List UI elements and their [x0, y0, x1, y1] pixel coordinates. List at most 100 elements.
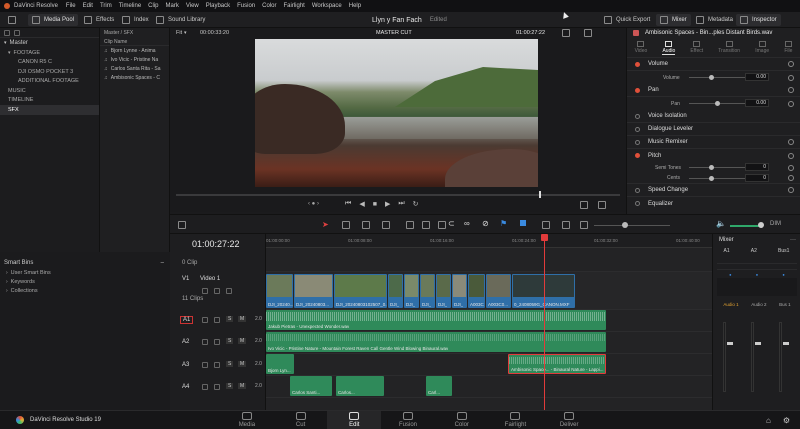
a3-lock-icon[interactable]	[202, 362, 208, 368]
a4-clip[interactable]: Carlos Santi...	[290, 376, 332, 396]
v1-enable-icon[interactable]	[226, 288, 232, 294]
match-frame-icon[interactable]	[580, 201, 588, 209]
timeline-view-options-icon[interactable]	[178, 221, 186, 229]
pitch-enabled-dot[interactable]	[635, 153, 640, 158]
page-edit[interactable]: Edit	[327, 410, 382, 429]
volume-slider-knob[interactable]	[709, 75, 714, 80]
v1-track-name[interactable]: Video 1	[200, 276, 220, 282]
dynamic-trim-icon[interactable]	[362, 221, 370, 229]
replace-clip-icon[interactable]	[438, 221, 446, 229]
v1-clip[interactable]: DJI_	[436, 274, 451, 308]
v1-clip[interactable]: A003C	[468, 274, 485, 308]
dim-button[interactable]: DIM	[770, 221, 781, 227]
clip-list-item[interactable]: ♫ Ambisonic Spaces - C	[100, 73, 169, 82]
app-name[interactable]: DaVinci Resolve	[14, 3, 58, 9]
menu-item-view[interactable]: View	[186, 3, 199, 9]
menu-item-mark[interactable]: Mark	[166, 3, 179, 9]
a4-auto-select-icon[interactable]	[214, 384, 220, 390]
timeline-zoom-knob[interactable]	[622, 222, 628, 228]
menu-item-trim[interactable]: Trim	[100, 3, 112, 9]
menu-item-clip[interactable]: Clip	[148, 3, 158, 9]
pan-value[interactable]: 0.00	[745, 99, 769, 107]
timeline-ruler[interactable]: 01:00:00:00 01:00:08:00 01:00:16:00 01:00:2…	[266, 234, 712, 248]
v1-clip[interactable]: DJI_	[420, 274, 435, 308]
mixer-channel-a1[interactable]: A1	[724, 248, 730, 254]
a1-solo-button[interactable]: S	[226, 316, 234, 322]
equalizer-dot[interactable]	[635, 201, 640, 206]
reset-icon[interactable]	[788, 187, 794, 193]
fullscreen-icon[interactable]	[598, 201, 606, 209]
page-color[interactable]: Color	[435, 411, 489, 429]
page-media[interactable]: Media	[220, 411, 274, 429]
music-remixer-dot[interactable]	[635, 139, 640, 145]
a3-track-label[interactable]: A3	[182, 362, 189, 368]
clip-list-item[interactable]: ♫ Bjorn Lynne - Anima	[100, 46, 169, 55]
pan-slider-knob[interactable]	[715, 101, 720, 106]
cents-slider-knob[interactable]	[709, 176, 714, 181]
v1-track-label[interactable]: V1	[182, 276, 189, 282]
view-toggle-icon[interactable]	[4, 29, 10, 36]
smart-bin-collections[interactable]: › Collections	[0, 286, 170, 295]
volume-slider[interactable]	[689, 77, 745, 78]
tab-effect[interactable]: Effect	[690, 41, 703, 54]
mixer-channel-a2[interactable]: A2	[751, 248, 757, 254]
bin-item-footage[interactable]: ▾ FOOTAGE	[0, 48, 99, 58]
reset-icon[interactable]	[788, 164, 794, 171]
zoom-out-icon[interactable]	[542, 221, 550, 229]
a2-auto-select-icon[interactable]	[214, 339, 220, 345]
bin-item-dji-osmo-pocket-3[interactable]: DJI OSMO POCKET 3	[0, 67, 99, 77]
home-icon[interactable]: ⌂	[766, 416, 771, 425]
effects-button[interactable]: Effects	[80, 14, 118, 26]
bin-master[interactable]: ▾ Master	[0, 38, 99, 48]
monitor-volume-slider[interactable]	[730, 225, 760, 227]
mixer-audio-label[interactable]: Audio 1	[723, 302, 738, 307]
media-pool-button[interactable]: Media Pool	[28, 14, 79, 26]
timeline-name-dropdown[interactable]: MASTER CUT	[376, 30, 412, 36]
a3-solo-button[interactable]: S	[226, 361, 234, 367]
viewer-menu-icon[interactable]	[584, 29, 592, 37]
speed-change-dot[interactable]	[635, 187, 640, 193]
tab-video[interactable]: Video	[635, 41, 647, 54]
cents-slider[interactable]	[689, 178, 745, 179]
panel-toggle-icon[interactable]	[8, 16, 16, 24]
viewer-options-icon[interactable]	[562, 29, 570, 37]
marker-icon[interactable]	[520, 220, 526, 226]
a1-track-label[interactable]: A1	[180, 316, 194, 324]
index-button[interactable]: Index	[118, 14, 153, 26]
blade-tool-icon[interactable]	[382, 221, 390, 229]
reset-icon[interactable]	[788, 61, 794, 67]
menu-item-edit[interactable]: Edit	[83, 3, 93, 9]
a1-auto-select-icon[interactable]	[214, 317, 220, 323]
page-cut[interactable]: Cut	[274, 411, 328, 429]
a2-clip[interactable]: Ivo Vicic - Pristine Nature - Mountain F…	[266, 332, 606, 352]
a1-mute-button[interactable]: M	[238, 316, 247, 322]
a3-mute-button[interactable]: M	[238, 361, 247, 367]
mixer-audio-label[interactable]: Bus 1	[779, 302, 791, 307]
reset-icon[interactable]	[788, 74, 794, 81]
v1-clip[interactable]: DJI_20240803102507_0...	[334, 274, 387, 308]
skip-to-start-icon[interactable]: ⏮	[345, 200, 351, 208]
menu-item-fairlight[interactable]: Fairlight	[283, 3, 304, 9]
dialogue-leveler-dot[interactable]	[635, 126, 640, 132]
jog-control-icon[interactable]: ‹ ● ›	[308, 201, 319, 207]
speaker-icon[interactable]: 🔈	[716, 219, 726, 228]
skip-to-end-icon[interactable]: ⏭	[398, 200, 404, 208]
bin-item-sfx[interactable]: SFX	[0, 105, 99, 115]
clip-name-header[interactable]: Clip Name	[104, 39, 127, 45]
monitor-volume-knob[interactable]	[758, 222, 764, 228]
a2-solo-button[interactable]: S	[226, 338, 234, 344]
page-fairlight[interactable]: Fairlight	[489, 411, 543, 429]
voice-isolation-dot[interactable]	[635, 113, 640, 119]
volume-enabled-dot[interactable]	[635, 61, 640, 67]
play-icon[interactable]: ▶	[385, 200, 390, 208]
trim-tool-icon[interactable]	[342, 221, 350, 229]
a4-solo-button[interactable]: S	[226, 383, 234, 389]
a4-mute-button[interactable]: M	[238, 383, 247, 389]
reset-icon[interactable]	[788, 152, 794, 159]
a3-clip-2[interactable]: Ambisonic Space... - Binaural Nature - L…	[508, 354, 606, 374]
menu-item-workspace[interactable]: Workspace	[312, 3, 342, 9]
v1-clip[interactable]: DJI_	[388, 274, 403, 308]
zoom-fit-icon[interactable]	[580, 221, 588, 229]
link-icon[interactable]: ∞	[464, 219, 470, 228]
timeline-zoom-slider[interactable]	[594, 225, 670, 226]
